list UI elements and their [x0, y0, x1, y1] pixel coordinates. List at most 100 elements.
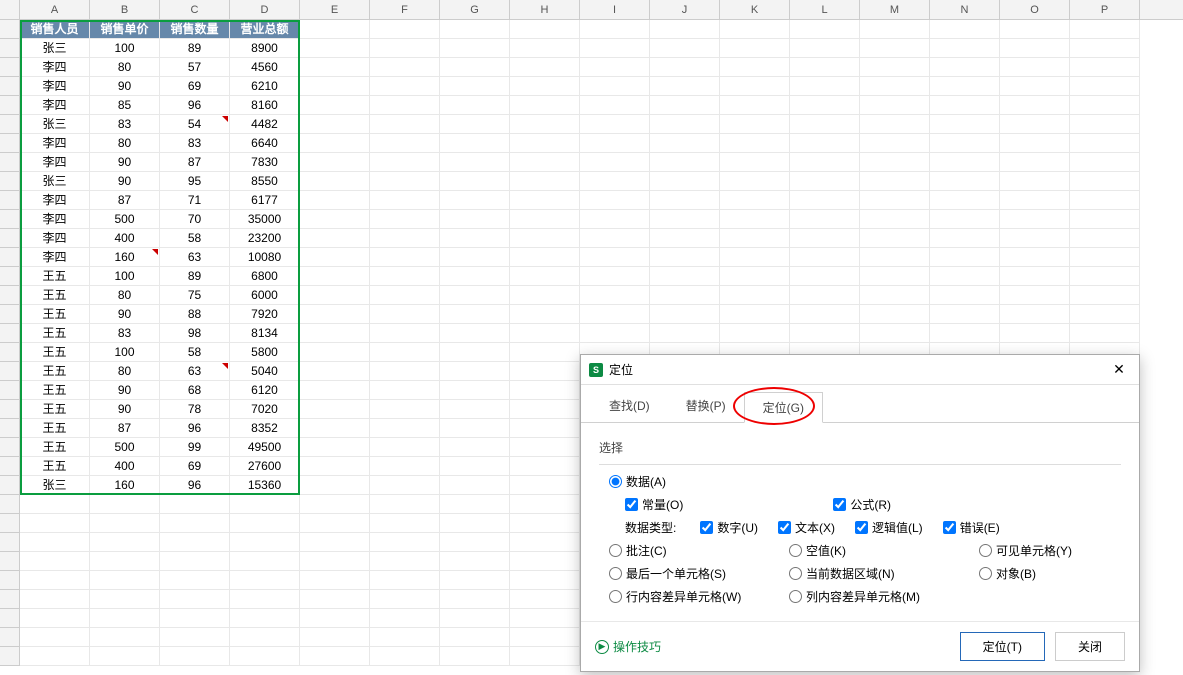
cell[interactable] [510, 571, 580, 590]
cell[interactable]: 6177 [230, 191, 300, 210]
cell[interactable] [440, 457, 510, 476]
cell[interactable] [300, 552, 370, 571]
col-header-K[interactable]: K [720, 0, 790, 19]
cell[interactable] [440, 324, 510, 343]
col-header-A[interactable]: A [20, 0, 90, 19]
cell[interactable] [300, 381, 370, 400]
cell[interactable] [860, 58, 930, 77]
cell[interactable]: 王五 [20, 267, 90, 286]
cell[interactable] [650, 39, 720, 58]
cell[interactable]: 6640 [230, 134, 300, 153]
cell[interactable] [720, 39, 790, 58]
cell[interactable] [300, 628, 370, 647]
cell[interactable]: 王五 [20, 400, 90, 419]
cell[interactable] [510, 115, 580, 134]
cell[interactable] [370, 305, 440, 324]
row-header[interactable] [0, 628, 20, 647]
cell[interactable] [580, 153, 650, 172]
cell[interactable]: 李四 [20, 229, 90, 248]
cell[interactable] [440, 77, 510, 96]
cell[interactable] [580, 305, 650, 324]
cell[interactable] [860, 267, 930, 286]
cell[interactable] [370, 571, 440, 590]
cell[interactable] [720, 134, 790, 153]
cell[interactable] [160, 571, 230, 590]
cell[interactable] [510, 476, 580, 495]
cell[interactable] [300, 20, 370, 39]
cell[interactable]: 80 [90, 362, 160, 381]
opt-formulas[interactable]: 公式(R) [833, 496, 891, 513]
cell[interactable]: 王五 [20, 305, 90, 324]
opt-lastcell[interactable]: 最后一个单元格(S) [609, 565, 769, 582]
col-header-H[interactable]: H [510, 0, 580, 19]
cell[interactable]: 90 [90, 172, 160, 191]
cell[interactable] [1070, 210, 1140, 229]
row-header[interactable] [0, 77, 20, 96]
cell[interactable]: 63 [160, 248, 230, 267]
cell[interactable] [860, 39, 930, 58]
cell[interactable] [720, 77, 790, 96]
cell[interactable] [1070, 58, 1140, 77]
cell[interactable] [510, 343, 580, 362]
cell[interactable] [370, 267, 440, 286]
cell[interactable] [300, 457, 370, 476]
opt-number[interactable]: 数字(U) [700, 519, 758, 536]
cell[interactable] [650, 96, 720, 115]
cell[interactable] [650, 134, 720, 153]
cell[interactable]: 销售数量 [160, 20, 230, 39]
cell[interactable] [300, 647, 370, 666]
cell[interactable]: 78 [160, 400, 230, 419]
cell[interactable] [930, 39, 1000, 58]
cell[interactable] [1000, 191, 1070, 210]
cell[interactable] [510, 438, 580, 457]
cell[interactable] [370, 343, 440, 362]
cell[interactable] [720, 305, 790, 324]
cell[interactable] [440, 343, 510, 362]
cell[interactable] [20, 495, 90, 514]
cell[interactable] [510, 647, 580, 666]
cell[interactable] [860, 305, 930, 324]
opt-blanks[interactable]: 空值(K) [789, 542, 959, 559]
cell[interactable] [440, 419, 510, 438]
cell[interactable] [230, 647, 300, 666]
cell[interactable] [440, 647, 510, 666]
cell[interactable] [510, 191, 580, 210]
opt-visible[interactable]: 可见单元格(Y) [979, 542, 1072, 559]
cell[interactable] [860, 115, 930, 134]
cell[interactable] [440, 191, 510, 210]
cell[interactable] [650, 267, 720, 286]
cell[interactable] [90, 609, 160, 628]
cell[interactable]: 54 [160, 115, 230, 134]
cell[interactable] [440, 267, 510, 286]
cell[interactable]: 95 [160, 172, 230, 191]
opt-comments[interactable]: 批注(C) [609, 542, 769, 559]
cell[interactable] [860, 324, 930, 343]
cell[interactable] [1000, 153, 1070, 172]
cell[interactable]: 王五 [20, 343, 90, 362]
cell[interactable] [930, 210, 1000, 229]
col-header-M[interactable]: M [860, 0, 930, 19]
opt-currentregion[interactable]: 当前数据区域(N) [789, 565, 959, 582]
cell[interactable]: 销售单价 [90, 20, 160, 39]
cell[interactable]: 张三 [20, 476, 90, 495]
col-header-B[interactable]: B [90, 0, 160, 19]
cell[interactable] [930, 305, 1000, 324]
close-button[interactable]: 关闭 [1055, 632, 1125, 661]
cell[interactable] [510, 514, 580, 533]
cell[interactable]: 80 [90, 58, 160, 77]
cell[interactable] [440, 305, 510, 324]
cell[interactable] [440, 400, 510, 419]
cell[interactable] [230, 571, 300, 590]
col-header-C[interactable]: C [160, 0, 230, 19]
row-header[interactable] [0, 191, 20, 210]
cell[interactable] [440, 514, 510, 533]
cell[interactable] [510, 267, 580, 286]
cell[interactable] [510, 419, 580, 438]
cell[interactable] [580, 58, 650, 77]
cell[interactable] [720, 324, 790, 343]
cell[interactable] [160, 514, 230, 533]
cell[interactable] [510, 229, 580, 248]
cell[interactable] [370, 248, 440, 267]
cell[interactable] [1000, 172, 1070, 191]
cell[interactable] [930, 153, 1000, 172]
